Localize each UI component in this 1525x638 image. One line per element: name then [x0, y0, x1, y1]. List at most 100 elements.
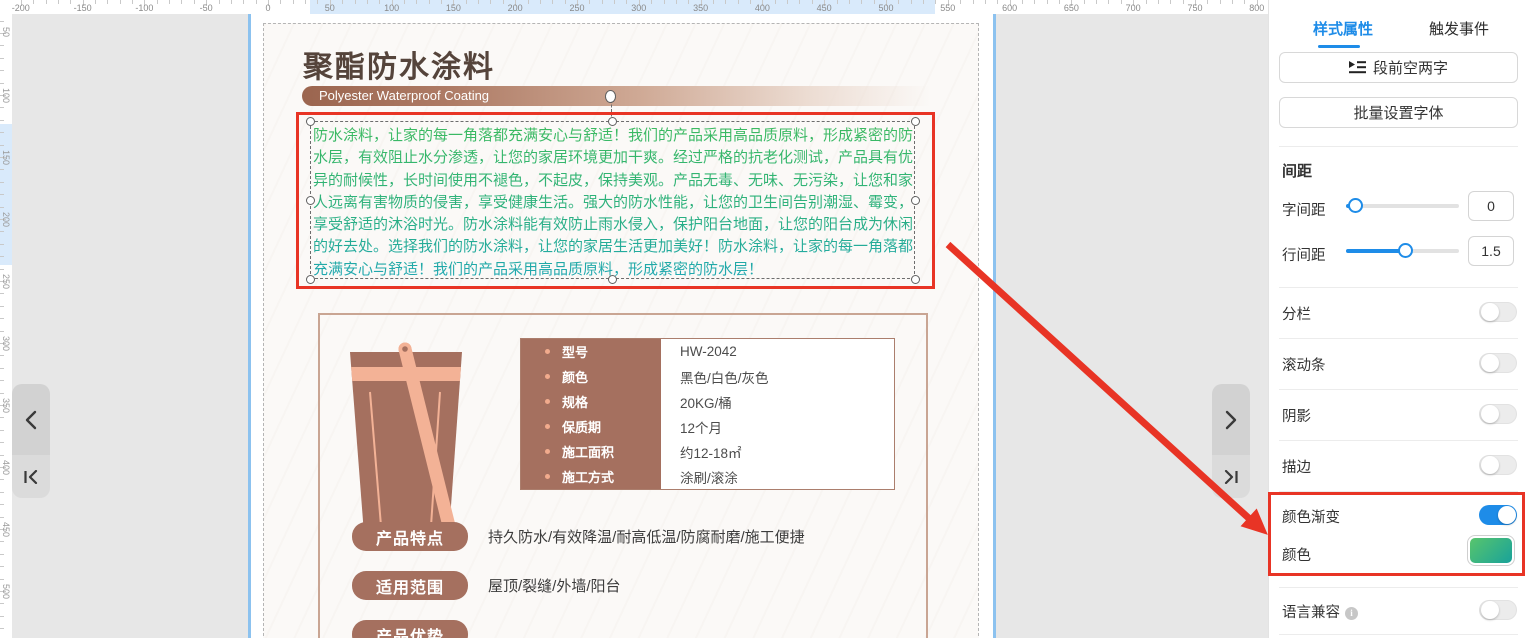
- line-spacing-slider-knob[interactable]: [1398, 243, 1413, 258]
- ruler-tick: [837, 0, 838, 4]
- divider: [1279, 338, 1518, 339]
- spec-row: 型号HW-2042: [521, 339, 894, 364]
- divider: [1279, 440, 1518, 441]
- ruler-tick: [1183, 0, 1184, 4]
- ruler-label: 200: [508, 3, 523, 13]
- ruler-tick: [490, 0, 491, 4]
- ruler-tick: [849, 0, 850, 4]
- letter-spacing-input[interactable]: 0: [1468, 191, 1514, 221]
- ruler-label: 500: [878, 3, 893, 13]
- ruler-label: 0: [265, 3, 270, 13]
- ruler-label: -150: [74, 3, 92, 13]
- first-page-button[interactable]: [12, 455, 50, 498]
- ruler-tick: [0, 455, 4, 456]
- batch-set-font-button[interactable]: 批量设置字体: [1279, 97, 1518, 128]
- indent-two-chars-button[interactable]: 段前空两字: [1279, 52, 1518, 83]
- ruler-label: 550: [940, 3, 955, 13]
- bullet-icon: [545, 474, 550, 479]
- ruler-tick: [552, 0, 553, 4]
- letter-spacing-slider-knob[interactable]: [1348, 198, 1363, 213]
- ruler-tick: [799, 0, 800, 4]
- toggle-row-label-3: 阴影: [1282, 405, 1311, 426]
- feature-row: 适用范围屋顶/裂缝/外墙/阳台: [352, 571, 621, 600]
- spec-table[interactable]: 型号HW-2042颜色黑色/白色/灰色规格20KG/桶保质期12个月施工面积约1…: [520, 338, 895, 490]
- ruler-label: 250: [1, 274, 11, 286]
- ruler-label: 300: [1, 336, 11, 348]
- ruler-tick: [911, 0, 912, 4]
- ruler-tick: [1022, 0, 1023, 4]
- tab-trigger-events[interactable]: 触发事件: [1429, 18, 1489, 39]
- ruler-label: 350: [1, 398, 11, 410]
- feature-row: 产品优势: [352, 620, 468, 638]
- ruler-tick: [602, 0, 603, 4]
- letter-spacing-label: 字间距: [1282, 199, 1326, 220]
- ruler-label: -100: [135, 3, 153, 13]
- ruler-tick: [0, 479, 4, 480]
- ruler-tick: [0, 355, 4, 356]
- first-line-indent-icon: [1349, 60, 1366, 75]
- ruler-tick: [503, 0, 504, 4]
- ruler-tick: [231, 0, 232, 4]
- ruler-tick: [293, 0, 294, 4]
- 描边-toggle[interactable]: [1479, 455, 1517, 475]
- batch-font-button-label: 批量设置字体: [1353, 102, 1443, 123]
- 阴影-toggle[interactable]: [1479, 404, 1517, 424]
- ruler-tick: [0, 566, 4, 567]
- ruler-tick: [0, 107, 4, 108]
- ruler-tick: [960, 0, 961, 4]
- ruler-tick: [0, 256, 4, 257]
- ruler-tick: [441, 0, 442, 4]
- bullet-icon: [545, 399, 550, 404]
- poster-subtitle: Polyester Waterproof Coating: [302, 86, 950, 106]
- ruler-label: 600: [1002, 3, 1017, 13]
- next-page-button[interactable]: [1212, 384, 1250, 455]
- ruler-label: 450: [1, 522, 11, 534]
- language-compat-toggle[interactable]: [1479, 600, 1517, 620]
- spec-row: 施工方式涂刷/滚涂: [521, 464, 894, 489]
- toggle-knob: [1481, 601, 1499, 619]
- feature-badge[interactable]: 产品优势: [352, 620, 468, 638]
- prev-page-button[interactable]: [12, 384, 50, 455]
- line-spacing-input[interactable]: 1.5: [1468, 236, 1514, 266]
- ruler-tick: [107, 0, 108, 4]
- spec-value-cell: HW-2042: [661, 339, 894, 364]
- feature-badge[interactable]: 产品特点: [352, 522, 468, 551]
- tab-style-properties[interactable]: 样式属性: [1313, 18, 1373, 39]
- 滚动条-toggle[interactable]: [1479, 353, 1517, 373]
- ruler-tick: [997, 0, 998, 4]
- skip-to-start-icon: [23, 470, 39, 484]
- ruler-tick: [181, 0, 182, 4]
- annotation-red-box-text: [296, 112, 935, 289]
- ruler-label: 200: [1, 212, 11, 224]
- vertical-ruler: 50100150200250300350400450500: [0, 14, 12, 638]
- info-icon[interactable]: i: [1345, 607, 1358, 620]
- ruler-tick: [194, 0, 195, 4]
- editor-canvas[interactable]: 聚酯防水涂料 Polyester Waterproof Coating 防水涂料…: [12, 14, 1268, 638]
- spec-label-text: 施工面积: [562, 442, 614, 461]
- ruler-tick: [0, 616, 4, 617]
- ruler-tick: [0, 380, 4, 381]
- poster-title[interactable]: 聚酯防水涂料: [303, 42, 495, 86]
- letter-spacing-slider[interactable]: [1346, 204, 1459, 208]
- divider: [1279, 587, 1518, 588]
- ruler-tick: [280, 0, 281, 4]
- 分栏-toggle[interactable]: [1479, 302, 1517, 322]
- line-spacing-label: 行间距: [1282, 244, 1326, 265]
- divider: [1279, 634, 1518, 635]
- skip-to-end-icon: [1223, 470, 1239, 484]
- poster-subtitle-banner[interactable]: Polyester Waterproof Coating: [302, 86, 950, 106]
- slider-fill: [1346, 249, 1405, 253]
- ruler-tick: [478, 0, 479, 4]
- feature-row: 产品特点持久防水/有效降温/耐高低温/防腐耐磨/施工便捷: [352, 522, 805, 551]
- line-spacing-slider[interactable]: [1346, 249, 1459, 253]
- ruler-tick: [317, 0, 318, 4]
- feature-badge[interactable]: 适用范围: [352, 571, 468, 600]
- ruler-tick: [0, 244, 4, 245]
- rotation-handle[interactable]: [605, 90, 616, 103]
- ruler-tick: [626, 0, 627, 4]
- ruler-tick: [540, 0, 541, 4]
- ruler-tick: [1084, 0, 1085, 4]
- offpage-area-left: [12, 14, 248, 638]
- ruler-tick: [0, 504, 4, 505]
- ruler-label: 500: [1, 584, 11, 596]
